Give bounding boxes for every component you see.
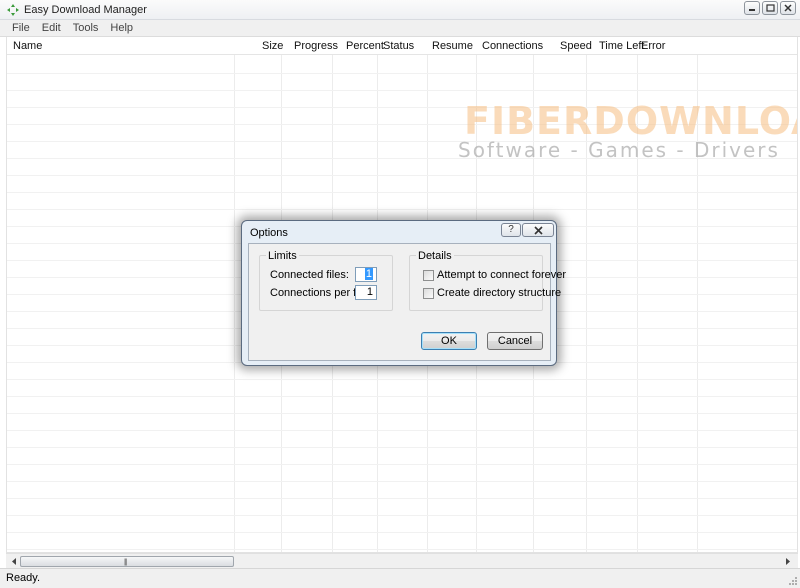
row-gridline bbox=[7, 192, 797, 193]
connect-forever-checkbox[interactable] bbox=[423, 270, 434, 281]
grip-icon: ||| bbox=[124, 559, 128, 566]
window-title: Easy Download Manager bbox=[24, 4, 147, 16]
limits-group: Limits Connected files: 1 Connections pe… bbox=[259, 250, 393, 311]
row-gridline bbox=[7, 396, 797, 397]
menu-tools[interactable]: Tools bbox=[67, 22, 105, 34]
menu-bar: File Edit Tools Help bbox=[0, 20, 800, 37]
scroll-thumb[interactable]: ||| bbox=[20, 556, 234, 567]
minimize-icon bbox=[749, 9, 755, 11]
row-gridline bbox=[7, 464, 797, 465]
close-button[interactable] bbox=[780, 1, 796, 15]
row-gridline bbox=[7, 209, 797, 210]
list-header: Name Size Progress Percent Status Resume… bbox=[7, 37, 797, 55]
restore-button[interactable] bbox=[762, 1, 778, 15]
limits-group-label: Limits bbox=[266, 250, 299, 262]
menu-edit[interactable]: Edit bbox=[36, 22, 67, 34]
cancel-button[interactable]: Cancel bbox=[487, 332, 543, 350]
restore-icon bbox=[765, 4, 775, 12]
create-dirs-checkbox[interactable] bbox=[423, 288, 434, 299]
connected-files-value: 1 bbox=[364, 268, 373, 280]
scroll-left-button[interactable] bbox=[8, 556, 20, 567]
row-gridline bbox=[7, 532, 797, 533]
row-gridline bbox=[7, 379, 797, 380]
details-group-label: Details bbox=[416, 250, 454, 262]
scroll-right-button[interactable] bbox=[782, 556, 794, 567]
column-header-percent[interactable]: Percent bbox=[346, 40, 384, 52]
help-icon: ? bbox=[508, 224, 514, 235]
row-gridline bbox=[7, 447, 797, 448]
column-header-error[interactable]: Error bbox=[641, 40, 665, 52]
row-gridline bbox=[7, 413, 797, 414]
row-gridline bbox=[7, 481, 797, 482]
column-header-speed[interactable]: Speed bbox=[560, 40, 592, 52]
row-gridline bbox=[7, 515, 797, 516]
column-header-connections[interactable]: Connections bbox=[482, 40, 543, 52]
column-header-size[interactable]: Size bbox=[262, 40, 283, 52]
row-gridline bbox=[7, 175, 797, 176]
create-dirs-label[interactable]: Create directory structure bbox=[437, 287, 561, 299]
column-header-resume[interactable]: Resume bbox=[432, 40, 473, 52]
column-header-status[interactable]: Status bbox=[383, 40, 414, 52]
close-icon bbox=[784, 4, 792, 12]
menu-help[interactable]: Help bbox=[104, 22, 139, 34]
column-header-name[interactable]: Name bbox=[13, 40, 42, 52]
menu-file[interactable]: File bbox=[6, 22, 36, 34]
arrow-right-icon bbox=[786, 558, 790, 565]
help-button[interactable]: ? bbox=[501, 223, 521, 237]
options-dialog: Options ? Limits Connected files: 1 Conn… bbox=[241, 220, 566, 366]
row-gridline bbox=[7, 430, 797, 431]
status-bar: Ready. bbox=[0, 568, 800, 588]
close-icon bbox=[533, 225, 543, 235]
row-gridline bbox=[7, 549, 797, 550]
download-manager-icon bbox=[7, 4, 19, 16]
row-gridline bbox=[7, 498, 797, 499]
connections-per-file-input[interactable]: 1 bbox=[355, 285, 377, 300]
column-header-progress[interactable]: Progress bbox=[294, 40, 338, 52]
dialog-title: Options bbox=[250, 227, 288, 239]
row-gridline bbox=[7, 73, 797, 74]
title-bar[interactable]: Easy Download Manager bbox=[0, 0, 800, 20]
connected-files-label: Connected files: bbox=[270, 269, 349, 281]
connect-forever-label[interactable]: Attempt to connect forever bbox=[437, 269, 566, 281]
watermark-brand: FIBERDOWNLOAD bbox=[464, 99, 797, 143]
dialog-body: Limits Connected files: 1 Connections pe… bbox=[248, 243, 566, 361]
ok-button[interactable]: OK bbox=[421, 332, 477, 350]
dialog-close-button[interactable] bbox=[522, 223, 554, 237]
row-gridline bbox=[7, 90, 797, 91]
connections-per-file-value: 1 bbox=[366, 286, 373, 298]
connected-files-input[interactable]: 1 bbox=[355, 267, 377, 282]
status-text: Ready. bbox=[6, 572, 41, 584]
arrow-left-icon bbox=[12, 558, 16, 565]
resize-grip-icon[interactable] bbox=[788, 576, 798, 586]
details-group: Details Attempt to connect forever Creat… bbox=[409, 250, 566, 311]
horizontal-scrollbar[interactable]: ||| bbox=[6, 553, 798, 568]
minimize-button[interactable] bbox=[744, 1, 760, 15]
column-header-time-left[interactable]: Time Left bbox=[599, 40, 644, 52]
watermark-tagline: Software - Games - Drivers bbox=[458, 138, 780, 162]
